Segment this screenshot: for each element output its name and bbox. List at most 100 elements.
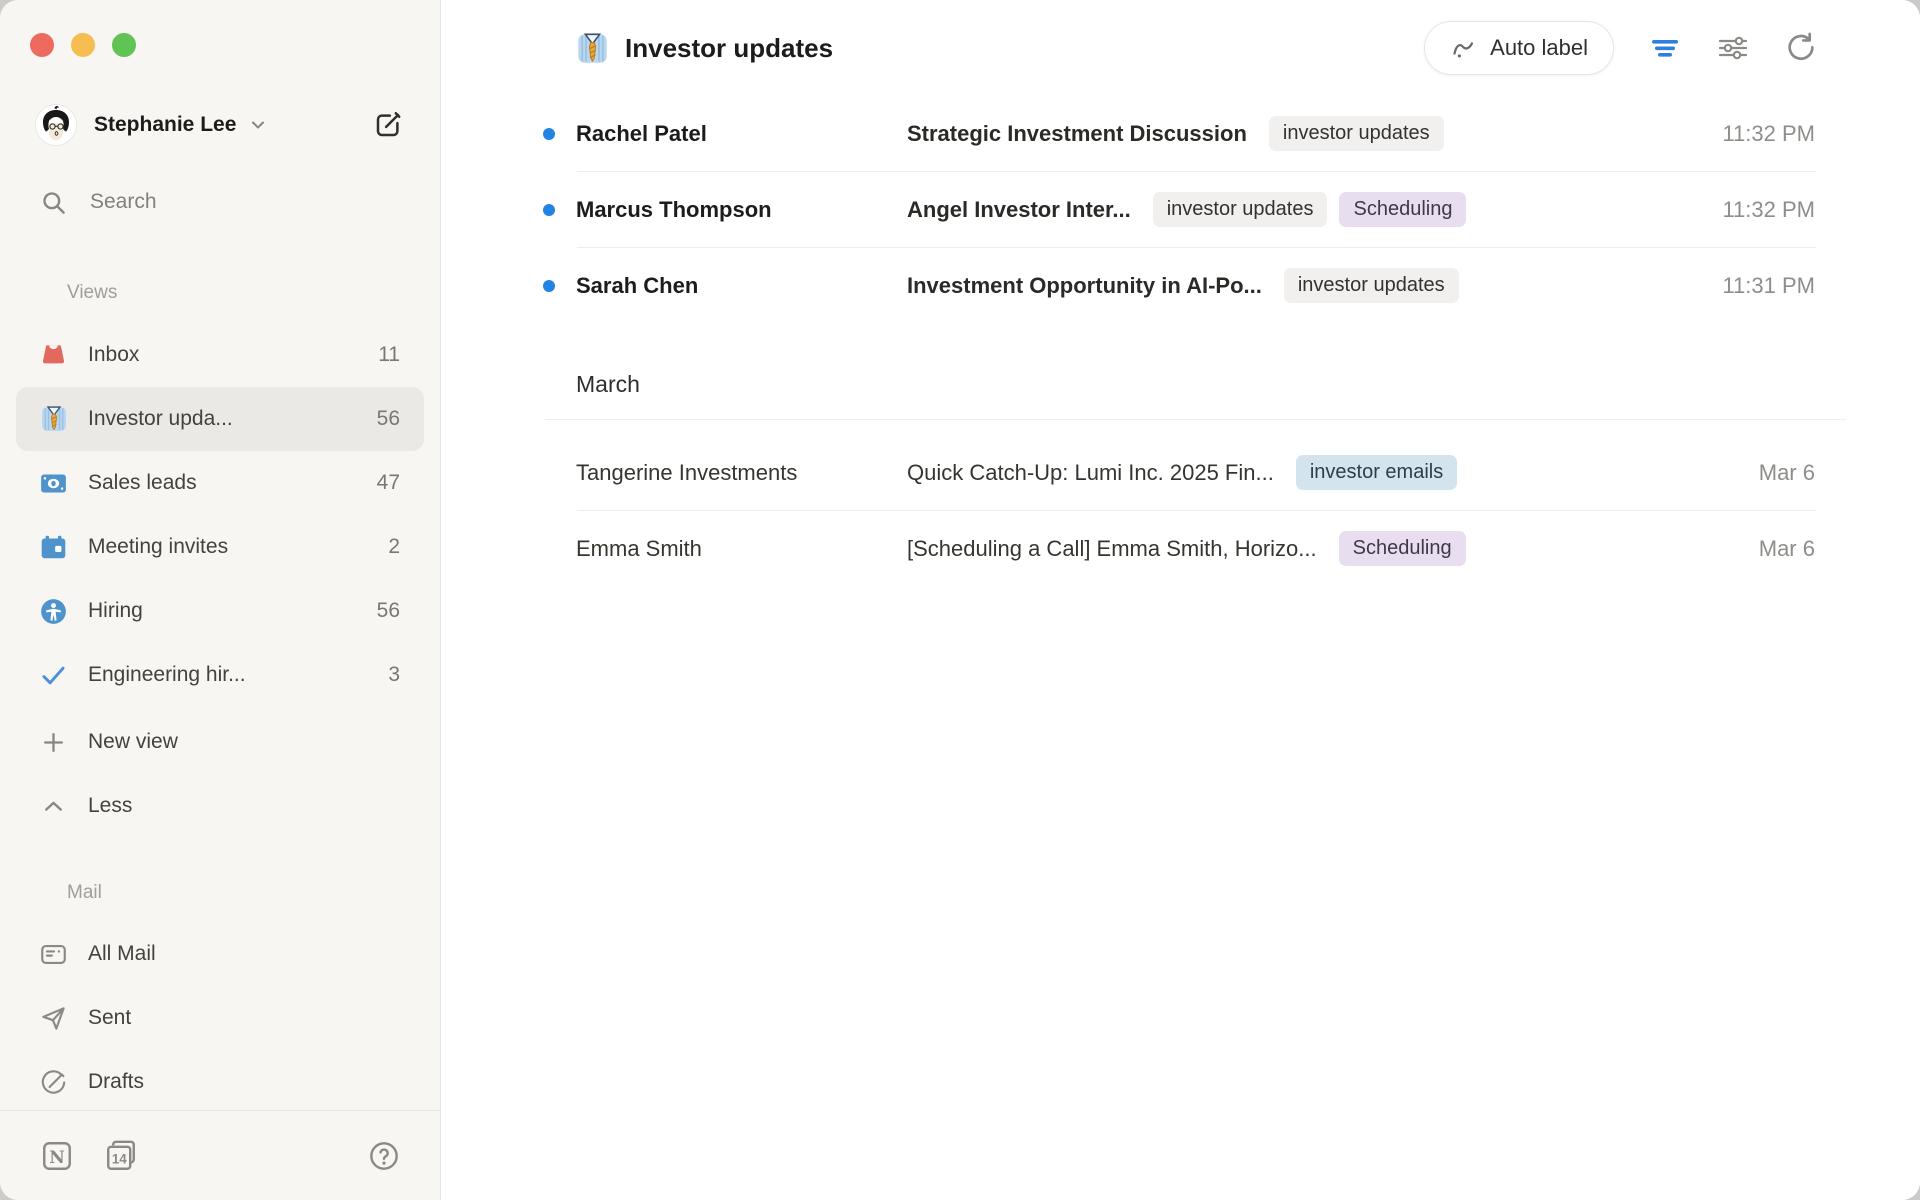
unread-count: 56 [377,407,400,431]
email-subject: Investment Opportunity in AI-Po... [907,273,1262,299]
app-window: Stephanie Lee Search Views [0,0,1920,1200]
user-name: Stephanie Lee [94,113,236,137]
unread-dot [543,128,555,140]
sliders-icon[interactable] [1716,31,1750,65]
minimize-window-button[interactable] [71,33,95,57]
email-time: 11:32 PM [1698,121,1815,147]
email-labels: investor emails [1296,455,1457,490]
email-row[interactable]: Tangerine Investments Quick Catch-Up: Lu… [441,435,1920,510]
main-panel: Investor updates Auto label [441,0,1920,1200]
auto-label-icon [1450,35,1477,62]
mail-section-label: Mail [67,882,102,904]
paper-plane-icon [40,1005,67,1032]
unread-count: 2 [388,535,400,559]
email-labels: investor updates [1284,268,1459,303]
label-chip[interactable]: investor updates [1284,268,1459,303]
search-placeholder: Search [90,190,157,214]
account-switcher[interactable]: Stephanie Lee [36,105,404,145]
inbox-tray-icon [40,342,67,369]
email-labels: investor updates [1269,116,1444,151]
email-subject: Quick Catch-Up: Lumi Inc. 2025 Fin... [907,460,1274,486]
search-icon [40,189,67,216]
unread-count: 56 [377,599,400,623]
header-actions: Auto label [1424,21,1818,75]
email-subject: Angel Investor Inter... [907,197,1131,223]
all-mail-icon [40,941,67,968]
sidebar-item-sales-leads[interactable]: Sales leads 47 [16,451,424,515]
email-labels: Scheduling [1339,531,1466,566]
email-row[interactable]: Sarah Chen Investment Opportunity in AI-… [441,248,1920,323]
page-title: Investor updates [625,33,833,64]
email-labels: investor updates Scheduling [1153,192,1467,227]
sidebar-item-investor-updates[interactable]: Investor upda... 56 [16,387,424,451]
sidebar-footer: N 14 [0,1110,440,1200]
refresh-icon[interactable] [1784,31,1818,65]
email-time: 11:31 PM [1698,273,1815,299]
filter-icon[interactable] [1648,31,1682,65]
person-circle-icon [40,598,67,625]
money-icon [40,470,67,497]
email-row[interactable]: Rachel Patel Strategic Investment Discus… [441,96,1920,171]
sidebar-item-all-mail[interactable]: All Mail [16,922,424,986]
close-window-button[interactable] [30,33,54,57]
draft-pencil-icon [40,1069,67,1096]
calendar-icon [40,534,67,561]
necktie-icon [577,33,608,64]
auto-label-text: Auto label [1490,35,1588,61]
chevron-down-icon [249,116,267,134]
label-chip[interactable]: investor emails [1296,455,1457,490]
help-icon[interactable] [368,1140,400,1172]
email-sender: Emma Smith [576,536,907,562]
label-chip[interactable]: investor updates [1269,116,1444,151]
view-header: Investor updates Auto label [441,0,1920,96]
sidebar: Stephanie Lee Search Views [0,0,441,1200]
email-subject: [Scheduling a Call] Emma Smith, Horizo..… [907,536,1317,562]
svg-text:N: N [49,1147,65,1167]
notion-logo-icon[interactable]: N [40,1139,74,1173]
search-input[interactable]: Search [40,182,400,222]
email-list: Rachel Patel Strategic Investment Discus… [441,96,1920,586]
email-row[interactable]: Emma Smith [Scheduling a Call] Emma Smit… [441,511,1920,586]
unread-dot [543,204,555,216]
label-chip[interactable]: Scheduling [1339,192,1466,227]
section-divider [545,419,1846,420]
unread-count: 3 [388,663,400,687]
sidebar-item-hiring[interactable]: Hiring 56 [16,579,424,643]
email-sender: Rachel Patel [576,121,907,147]
mail-list-nav: All Mail Sent [16,922,424,1114]
email-time: 11:32 PM [1698,197,1815,223]
views-section-label: Views [67,282,117,304]
email-sender: Tangerine Investments [576,460,907,486]
email-date: Mar 6 [1735,536,1815,562]
unread-count: 47 [377,471,400,495]
compose-button[interactable] [372,109,404,141]
zoom-window-button[interactable] [112,33,136,57]
sidebar-item-engineering-hiring[interactable]: Engineering hir... 3 [16,643,424,707]
unread-count: 11 [378,343,400,367]
label-chip[interactable]: Scheduling [1339,531,1466,566]
less-button[interactable]: Less [16,774,424,838]
email-date: Mar 6 [1735,460,1815,486]
checkmark-icon [40,662,67,689]
sidebar-item-inbox[interactable]: Inbox 11 [16,323,424,387]
label-chip[interactable]: investor updates [1153,192,1328,227]
sidebar-item-meeting-invites[interactable]: Meeting invites 2 [16,515,424,579]
sidebar-item-drafts[interactable]: Drafts [16,1050,424,1114]
plus-icon [40,729,67,756]
views-list: Inbox 11 [16,323,424,838]
sidebar-item-sent[interactable]: Sent [16,986,424,1050]
email-sender: Marcus Thompson [576,197,907,223]
notion-calendar-icon[interactable]: 14 [104,1139,138,1173]
new-view-button[interactable]: New view [16,710,424,774]
email-row[interactable]: Marcus Thompson Angel Investor Inter... … [441,172,1920,247]
email-subject: Strategic Investment Discussion [907,121,1247,147]
necktie-icon [40,406,67,433]
date-section-header: March [441,359,1920,409]
avatar [36,105,76,145]
svg-text:14: 14 [112,1151,127,1166]
unread-dot [543,280,555,292]
auto-label-button[interactable]: Auto label [1424,21,1614,75]
email-sender: Sarah Chen [576,273,907,299]
chevron-up-icon [40,793,67,820]
window-controls [30,33,136,57]
